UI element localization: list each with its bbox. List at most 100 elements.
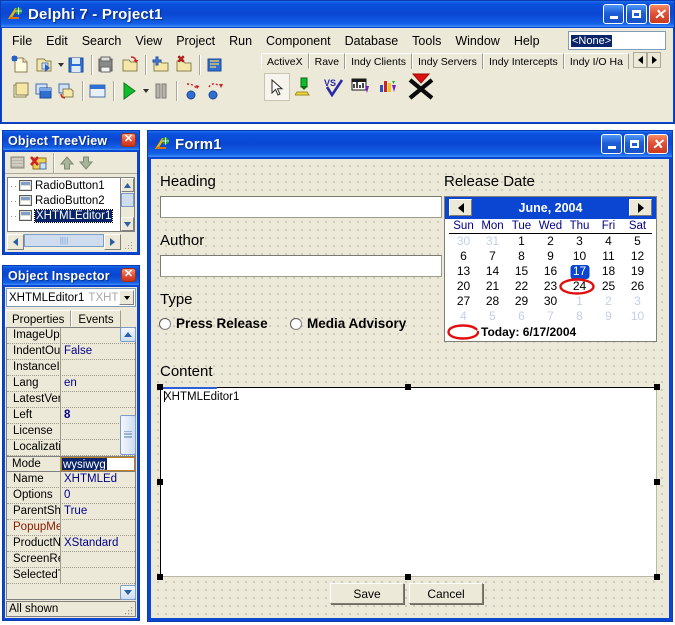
new-form-icon[interactable] [10, 80, 32, 102]
next-month-arrow[interactable] [629, 199, 652, 216]
calendar-day[interactable]: 11 [594, 249, 623, 264]
selection-handle-bottom-right[interactable] [654, 574, 660, 580]
scroll-left-arrow[interactable] [7, 234, 24, 250]
calendar-day[interactable]: 26 [623, 279, 652, 294]
move-down-icon[interactable] [77, 154, 95, 172]
palette-tab-indy-clients[interactable]: Indy Clients [345, 53, 412, 69]
calendar-day[interactable]: 27 [449, 294, 478, 309]
desktop-layout-combo[interactable]: <None> [568, 31, 666, 50]
calendar-today-row[interactable]: Today: 6/17/2004 [445, 325, 656, 339]
calendar-day[interactable]: 24 [565, 279, 594, 294]
calendar-day[interactable]: 2 [594, 294, 623, 309]
calendar-day[interactable]: 6 [449, 249, 478, 264]
property-row[interactable]: ParentSh True [7, 504, 135, 520]
property-row[interactable]: PopupMe [7, 520, 135, 536]
scrollbar-thumb[interactable] [121, 193, 134, 207]
treeview-vertical-scrollbar[interactable] [120, 177, 135, 232]
property-row[interactable]: InstanceI [7, 360, 135, 376]
object-treeview-title-bar[interactable]: Object TreeView ✕ [3, 131, 139, 150]
pause-icon[interactable] [150, 80, 172, 102]
scroll-up-arrow[interactable] [121, 178, 134, 192]
scroll-right-arrow[interactable] [104, 234, 121, 250]
open-dropdown-arrow[interactable] [56, 54, 65, 76]
object-selector-combo[interactable]: XHTMLEditor1 TXHTM [6, 288, 136, 307]
heading-input[interactable] [160, 196, 442, 218]
selection-handle-top-left[interactable] [157, 384, 163, 390]
object-inspector-title-bar[interactable]: Object Inspector ✕ [3, 266, 139, 285]
calendar-day[interactable]: 1 [565, 294, 594, 309]
form-title-bar[interactable]: Form1 ✕ [148, 131, 672, 157]
selection-handle-top-right[interactable] [654, 384, 660, 390]
property-row[interactable]: License [7, 424, 135, 440]
calendar-day[interactable]: 10 [623, 309, 652, 324]
open-project-icon[interactable] [33, 54, 55, 76]
vsspell-icon[interactable]: VS [320, 73, 346, 101]
property-row[interactable]: SelectedT [7, 568, 135, 584]
scroll-up-arrow[interactable] [120, 327, 136, 342]
resize-grip[interactable] [122, 603, 134, 615]
object-treeview-list[interactable]: ··· RadioButton1 ··· RadioButton2 ··· XH… [7, 177, 135, 232]
list-item[interactable]: ··· RadioButton2 [8, 193, 135, 208]
minimize-icon[interactable] [601, 134, 622, 154]
calendar-day[interactable]: 21 [478, 279, 507, 294]
maximize-icon[interactable] [626, 4, 647, 24]
palette-tab-indy-intercepts[interactable]: Indy Intercepts [482, 53, 564, 69]
property-row[interactable]: Lang en [7, 376, 135, 392]
property-row[interactable]: ImageUpl [7, 328, 135, 344]
delete-item-icon[interactable] [29, 154, 49, 172]
menu-item-edit[interactable]: Edit [39, 32, 75, 50]
calendar-day[interactable]: 7 [536, 309, 565, 324]
property-row[interactable]: Localizati [7, 440, 135, 456]
prev-month-arrow[interactable] [449, 199, 472, 216]
palette-tab-indy-io-handlers[interactable]: Indy I/O Ha [563, 53, 629, 69]
calendar-day[interactable]: 5 [623, 234, 652, 249]
close-icon[interactable]: ✕ [647, 134, 668, 154]
property-row[interactable]: Options 0 [7, 488, 135, 504]
xhtml-editor-component[interactable]: XHTMLEditor1 [157, 384, 660, 580]
view-form-icon[interactable] [87, 80, 109, 102]
scroll-down-arrow[interactable] [121, 217, 134, 231]
calendar-day[interactable]: 5 [478, 309, 507, 324]
property-row[interactable]: Left 8 [7, 408, 135, 424]
close-icon[interactable]: ✕ [121, 133, 136, 147]
menu-item-search[interactable]: Search [75, 32, 129, 50]
property-grid[interactable]: ImageUpl IndentOu False InstanceI Lang e… [6, 327, 136, 600]
vtchart-icon[interactable] [348, 73, 374, 101]
add-to-project-icon[interactable] [150, 54, 172, 76]
move-up-icon[interactable] [58, 154, 76, 172]
menu-item-component[interactable]: Component [259, 32, 338, 50]
new-item-icon[interactable] [10, 54, 32, 76]
property-row-selected[interactable]: Mode wysiwyg [7, 456, 135, 472]
calendar-day[interactable]: 14 [478, 264, 507, 279]
chevron-down-icon[interactable] [119, 290, 134, 305]
selection-handle-bottom-left[interactable] [157, 574, 163, 580]
property-row[interactable]: ScreenRe [7, 552, 135, 568]
radio-media-advisory[interactable]: Media Advisory [290, 316, 406, 331]
author-input[interactable] [160, 255, 442, 277]
calendar-day[interactable]: 19 [623, 264, 652, 279]
calendar-day[interactable]: 8 [565, 309, 594, 324]
treeview-horizontal-scrollbar[interactable]: |||| [7, 234, 135, 250]
scrollbar-thumb[interactable] [120, 415, 136, 455]
calendar-day[interactable]: 9 [536, 249, 565, 264]
pointer-tool-icon[interactable] [264, 73, 290, 101]
selection-handle-top-center[interactable] [405, 384, 411, 390]
form-client-area[interactable]: Heading Author Type Press Release Media … [151, 159, 669, 618]
menu-item-file[interactable]: File [5, 32, 39, 50]
list-item[interactable]: ··· RadioButton1 [8, 178, 135, 193]
menu-item-window[interactable]: Window [448, 32, 506, 50]
calendar-day[interactable]: 12 [623, 249, 652, 264]
calendar-day[interactable]: 9 [594, 309, 623, 324]
run-dropdown-arrow[interactable] [141, 80, 150, 102]
selection-handle-middle-left[interactable] [157, 479, 163, 485]
selection-handle-middle-right[interactable] [654, 479, 660, 485]
palette-tab-activex[interactable]: ActiveX [261, 53, 309, 69]
menu-item-run[interactable]: Run [222, 32, 259, 50]
property-row[interactable]: Name XHTMLEd [7, 472, 135, 488]
maximize-icon[interactable] [624, 134, 645, 154]
save-icon[interactable] [65, 54, 87, 76]
calendar-day[interactable]: 2 [536, 234, 565, 249]
calendar-day[interactable]: 31 [478, 234, 507, 249]
resize-grip[interactable] [121, 234, 135, 250]
run-icon[interactable] [118, 80, 140, 102]
